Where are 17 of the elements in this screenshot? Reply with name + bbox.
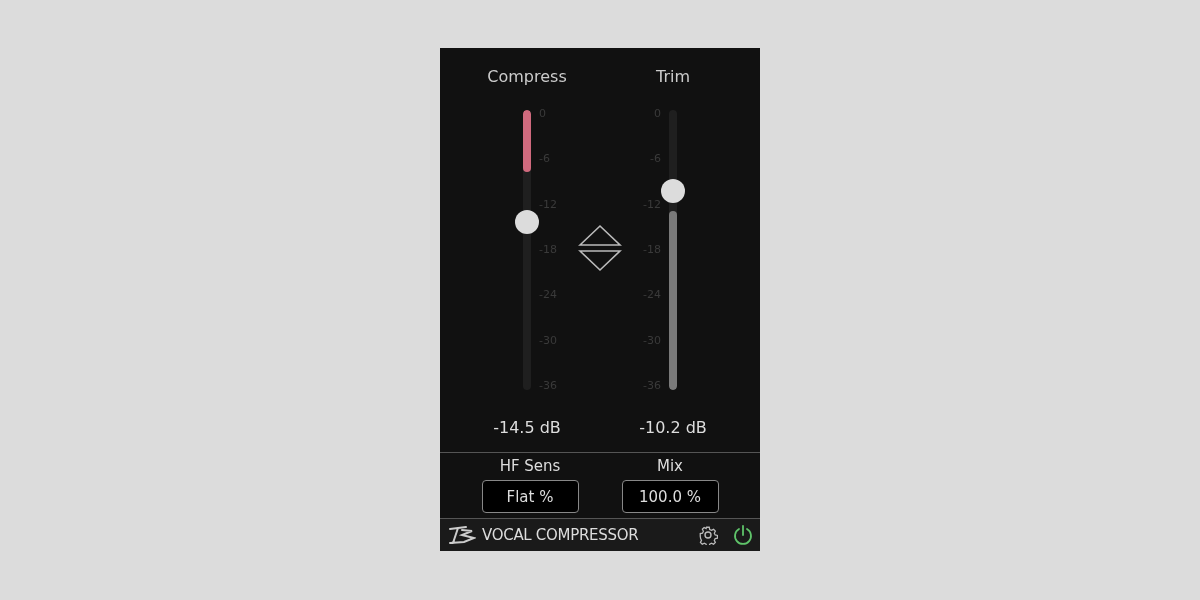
settings-icon[interactable] — [698, 525, 718, 545]
link-icon[interactable] — [578, 224, 622, 272]
value-readout: -10.2 dB — [639, 418, 707, 437]
param-label: Mix — [657, 457, 683, 475]
fader-thumb[interactable] — [661, 179, 685, 204]
fader-thumb[interactable] — [515, 210, 539, 234]
param-label: HF Sens — [499, 457, 561, 475]
fader-track[interactable] — [523, 110, 531, 390]
fader-label: Trim — [656, 67, 690, 87]
power-icon[interactable] — [732, 524, 754, 546]
fader-track[interactable] — [669, 110, 677, 390]
value-readout: -14.5 dB — [493, 418, 561, 437]
plugin-title: VOCAL COMPRESSOR — [482, 526, 640, 544]
fader-label: Compress — [487, 67, 567, 87]
value-field[interactable]: Flat % — [481, 480, 579, 513]
value-field[interactable]: 100.0 % — [621, 480, 719, 513]
logo-icon — [448, 525, 476, 545]
